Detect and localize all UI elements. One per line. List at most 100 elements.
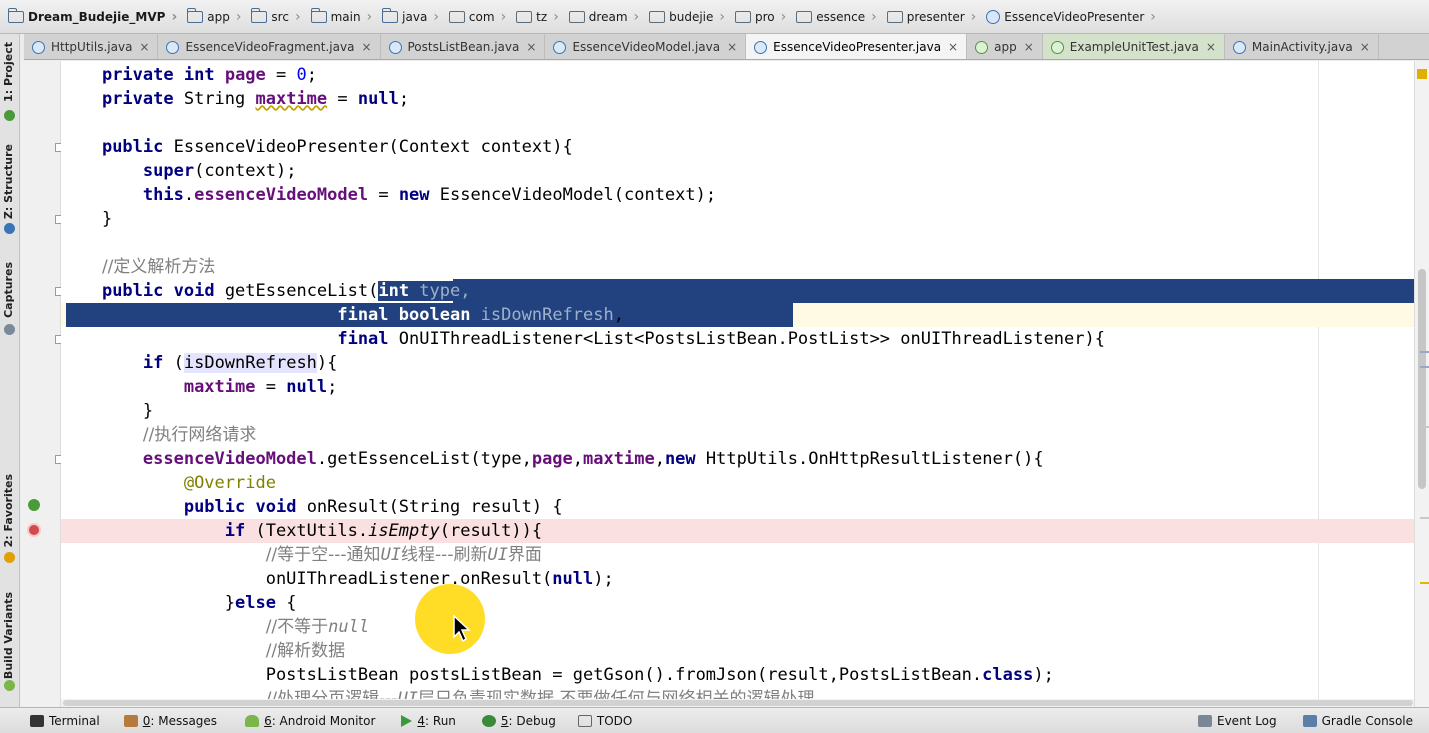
code-editor[interactable]: private int page = 0; private String max… [61, 61, 1414, 707]
tool-android-monitor[interactable]: 6: Android Monitor [245, 714, 375, 728]
close-icon[interactable]: × [727, 40, 737, 54]
tab-mainactivity[interactable]: MainActivity.java × [1225, 34, 1379, 59]
gradle-console-icon [1302, 714, 1317, 727]
android-icon [245, 714, 260, 727]
tool-captures[interactable]: Captures [2, 262, 15, 318]
chevron-right-icon: › [970, 8, 977, 25]
tab-postslistbean[interactable]: PostsListBean.java × [381, 34, 546, 59]
class-icon [553, 40, 567, 54]
analysis-status-icon[interactable] [1417, 69, 1427, 79]
tool-build-variants[interactable]: Build Variants [2, 592, 15, 679]
breadcrumb-label: presenter [906, 9, 965, 24]
package-icon [735, 10, 752, 23]
horizontal-scrollbar[interactable] [61, 699, 1414, 707]
mouse-pointer-icon [453, 615, 471, 643]
chevron-right-icon: › [633, 8, 640, 25]
breadcrumb-item-com[interactable]: com › [445, 4, 512, 30]
warning-stripe-marker[interactable] [1420, 582, 1429, 584]
bottom-tool-bar: Terminal 0: Messages 6: Android Monitor … [0, 707, 1429, 733]
terminal-icon [30, 714, 44, 727]
tab-essencevideomodel[interactable]: EssenceVideoModel.java × [545, 34, 747, 59]
messages-icon [123, 714, 138, 727]
breadcrumb-item-dream[interactable]: dream › [565, 4, 645, 30]
tool-project[interactable]: 1: Project [2, 42, 15, 102]
code-line-12: final OnUIThreadListener<List<PostsListB… [337, 329, 1105, 349]
cursor-highlight [415, 584, 485, 654]
tab-label: HttpUtils.java [51, 40, 133, 54]
vertical-scrollbar[interactable] [1414, 61, 1429, 707]
tool-run[interactable]: 4: Run [401, 714, 456, 728]
tool-event-log[interactable]: Event Log [1198, 714, 1277, 728]
app-module-icon [975, 40, 989, 54]
error-stripe-marker[interactable] [1420, 366, 1429, 368]
chevron-right-icon: › [171, 8, 178, 25]
todo-icon [577, 714, 592, 727]
close-icon[interactable]: × [361, 40, 371, 54]
chevron-right-icon: › [1150, 8, 1156, 25]
tool-terminal[interactable]: Terminal [30, 714, 100, 728]
captures-icon [4, 324, 15, 335]
chevron-right-icon: › [780, 8, 787, 25]
editor-tabs: HttpUtils.java × EssenceVideoFragment.jav… [24, 34, 1429, 60]
tab-app[interactable]: app × [967, 34, 1043, 59]
tab-label: EssenceVideoFragment.java [185, 40, 355, 54]
tool-favorites[interactable]: 2: Favorites [2, 474, 15, 547]
breadcrumb-item-class[interactable]: EssenceVideoPresenter › [982, 4, 1162, 30]
breadcrumb-label: src [271, 9, 289, 24]
code-line-5: super(context); [142, 161, 297, 181]
tool-structure[interactable]: Z: Structure [2, 144, 15, 219]
code-line-16: //执行网络请求 [142, 425, 257, 445]
close-icon[interactable]: × [526, 40, 536, 54]
breadcrumb-item-budejie[interactable]: budejie › [645, 4, 731, 30]
breadcrumb-item-java[interactable]: java › [378, 4, 445, 30]
breadcrumb-item-tz[interactable]: tz › [512, 4, 565, 30]
structure-icon [4, 223, 15, 234]
breadcrumb-item-project[interactable]: Dream_Budejie_MVP › [4, 4, 183, 30]
scroll-thumb[interactable] [63, 700, 1413, 706]
package-icon [568, 10, 585, 23]
error-stripe-marker[interactable] [1420, 426, 1429, 428]
breadcrumb-label: java [402, 9, 428, 24]
breadcrumb-item-pro[interactable]: pro › [731, 4, 792, 30]
breadcrumb-item-presenter[interactable]: presenter › [883, 4, 983, 30]
tool-gradle-console[interactable]: Gradle Console [1302, 714, 1413, 728]
tool-debug[interactable]: 5: Debug [481, 714, 556, 728]
code-line-23: }else { [224, 593, 297, 613]
tool-todo[interactable]: TODO [577, 714, 632, 728]
code-line-9: //定义解析方法 [101, 257, 216, 277]
tab-httputils[interactable]: HttpUtils.java × [24, 34, 159, 59]
chevron-right-icon: › [719, 8, 726, 25]
breadcrumb-item-app[interactable]: app › [183, 4, 247, 30]
breakpoint-icon[interactable] [27, 523, 41, 537]
close-icon[interactable]: × [1024, 40, 1034, 54]
error-stripe-marker[interactable] [1420, 517, 1429, 519]
chevron-right-icon: › [294, 8, 301, 25]
tab-exampleunittest[interactable]: ExampleUnitTest.java × [1042, 34, 1225, 59]
error-stripe-marker[interactable] [1420, 351, 1429, 353]
tool-messages[interactable]: 0: Messages [123, 714, 217, 728]
close-icon[interactable]: × [1206, 40, 1216, 54]
breadcrumb-item-essence[interactable]: essence › [792, 4, 882, 30]
override-marker-icon[interactable] [28, 499, 40, 511]
debug-icon [481, 714, 496, 727]
breadcrumb-label: main [330, 9, 361, 24]
editor-gutter[interactable] [21, 61, 87, 707]
code-line-18: @Override [183, 473, 276, 493]
tab-essencevideopresenter[interactable]: EssenceVideoPresenter.java × [746, 34, 968, 59]
breadcrumb-label: Dream_Budejie_MVP [28, 9, 166, 24]
tab-essencevideofragment[interactable]: EssenceVideoFragment.java × [158, 34, 381, 59]
chevron-right-icon: › [235, 8, 242, 25]
class-icon [754, 40, 768, 54]
scroll-thumb[interactable] [1418, 269, 1426, 489]
code-line-13: if (isDownRefresh){ [142, 353, 338, 373]
breadcrumb-label: app [207, 9, 230, 24]
breadcrumb-item-main[interactable]: main › [307, 4, 379, 30]
close-icon[interactable]: × [948, 40, 958, 54]
code-line-20: if (TextUtils.isEmpty(result)){ [61, 519, 1414, 543]
close-icon[interactable]: × [139, 40, 149, 54]
star-icon [4, 552, 15, 563]
class-icon [388, 40, 402, 54]
code-line-4: public EssenceVideoPresenter(Context con… [101, 137, 573, 157]
close-icon[interactable]: × [1360, 40, 1370, 54]
breadcrumb-item-src[interactable]: src › [247, 4, 306, 30]
